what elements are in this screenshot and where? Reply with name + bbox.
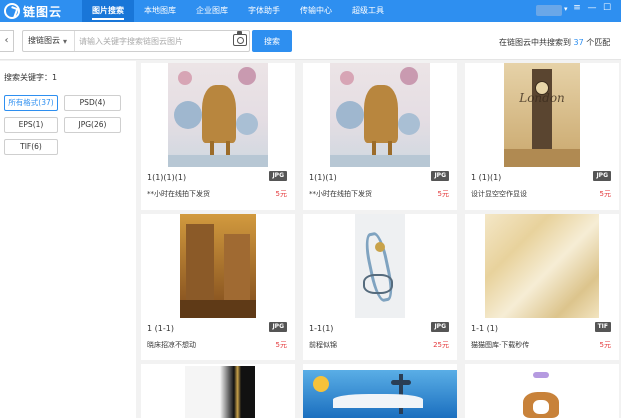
image-price: 25元	[433, 341, 449, 349]
user-avatar[interactable]	[536, 5, 562, 16]
minimize-icon[interactable]: —	[587, 3, 597, 13]
format-badge: TIF	[594, 322, 611, 332]
search-keyword-label: 搜索关键字：1	[4, 73, 58, 82]
cartoon-dog-image	[513, 372, 571, 418]
logo-icon	[4, 3, 20, 19]
thumbnail[interactable]	[303, 63, 457, 167]
thumbnail[interactable]	[141, 63, 295, 167]
format-filter-psd[interactable]: PSD(4)	[64, 95, 121, 111]
nav-super-tools[interactable]: 超级工具	[342, 0, 394, 22]
image-name: 1(1)(1)	[309, 173, 337, 182]
image-description: 设计显空空作显设	[471, 190, 527, 198]
image-description: **小时在线拍下发货	[309, 190, 372, 198]
image-description: 前程似锦	[309, 341, 337, 349]
result-count-text: 在链图云中共搜索到 37 个匹配	[499, 38, 611, 47]
image-card[interactable]	[465, 364, 619, 418]
search-input[interactable]	[79, 31, 227, 51]
format-filter-tif[interactable]: TIF(6)	[4, 139, 58, 155]
image-card[interactable]: 1 (1-1) JPG 晓床招凉不想动 5元	[141, 214, 295, 360]
search-scope-label: 搜链图云	[28, 36, 60, 45]
vintage-street-image	[180, 214, 256, 318]
thumbnail[interactable]	[303, 214, 457, 318]
image-card[interactable]	[303, 364, 457, 418]
image-description: 晓床招凉不想动	[147, 341, 196, 349]
black-gold-image	[185, 366, 255, 418]
image-price: 5元	[275, 190, 287, 198]
main-nav: 图片搜索 本地图库 企业图库 字体助手 传输中心 超级工具	[82, 0, 394, 22]
format-badge: JPG	[593, 171, 611, 181]
camera-icon[interactable]	[233, 31, 247, 46]
image-card[interactable]: 1-1 (1) TIF 猫猫图库·下载秒传 5元	[465, 214, 619, 360]
search-button[interactable]: 搜索	[252, 30, 292, 52]
nav-font-assistant[interactable]: 字体助手	[238, 0, 290, 22]
city-skyline-image	[303, 370, 457, 418]
menu-icon[interactable]: ≡	[572, 3, 582, 13]
image-price: 5元	[275, 341, 287, 349]
nav-local-library[interactable]: 本地图库	[134, 0, 186, 22]
result-count: 37	[573, 38, 584, 47]
search-scope-dropdown[interactable]: 搜链图云 ▾	[23, 31, 75, 51]
format-filter-eps[interactable]: EPS(1)	[4, 117, 58, 133]
image-description: **小时在线拍下发货	[147, 190, 210, 198]
format-badge: JPG	[269, 322, 287, 332]
search-box: 搜链图云 ▾	[22, 30, 250, 52]
image-description: 猫猫图库·下载秒传	[471, 341, 530, 349]
image-card[interactable]: London 1 (1)(1) JPG 设计显空空作显设 5元	[465, 63, 619, 210]
maximize-icon[interactable]: ☐	[602, 3, 612, 13]
marble-texture-image	[485, 214, 599, 318]
format-filter-jpg[interactable]: JPG(26)	[64, 117, 121, 133]
image-name: 1-1 (1)	[471, 324, 498, 333]
filter-sidebar: 搜索关键字：1 所有格式(37) PSD(4) EPS(1) JPG(26) T…	[0, 61, 136, 418]
london-tower-image: London	[504, 63, 580, 167]
deer-artwork-image	[330, 63, 430, 167]
back-arrow-icon[interactable]: ‹	[0, 30, 14, 52]
logo-text: 链图云	[23, 4, 63, 19]
image-name: 1 (1-1)	[147, 324, 174, 333]
image-card[interactable]: 1(1)(1)(1) JPG **小时在线拍下发货 5元	[141, 63, 295, 210]
abstract-landscape-image	[355, 214, 405, 318]
thumbnail[interactable]: London	[465, 63, 619, 167]
format-badge: JPG	[431, 171, 449, 181]
user-menu-caret-icon[interactable]: ▾	[564, 5, 568, 13]
image-name: 1-1(1)	[309, 324, 334, 333]
app-logo[interactable]: 链图云	[4, 2, 62, 20]
deer-artwork-image	[168, 63, 268, 167]
search-row: ‹ 搜链图云 ▾ 搜索 在链图云中共搜索到 37 个匹配	[0, 22, 621, 60]
chevron-down-icon: ▾	[63, 37, 68, 46]
format-badge: JPG	[431, 322, 449, 332]
nav-transfer-center[interactable]: 传输中心	[290, 0, 342, 22]
format-filter-all[interactable]: 所有格式(37)	[4, 95, 58, 111]
image-name: 1 (1)(1)	[471, 173, 502, 182]
image-price: 5元	[599, 190, 611, 198]
format-badge: JPG	[269, 171, 287, 181]
nav-enterprise-library[interactable]: 企业图库	[186, 0, 238, 22]
image-card[interactable]: 1-1(1) JPG 前程似锦 25元	[303, 214, 457, 360]
image-card[interactable]	[141, 364, 295, 418]
nav-image-search[interactable]: 图片搜索	[82, 0, 134, 22]
image-name: 1(1)(1)(1)	[147, 173, 187, 182]
top-bar: 链图云 图片搜索 本地图库 企业图库 字体助手 传输中心 超级工具 ▾ ≡ — …	[0, 0, 621, 22]
thumbnail[interactable]	[465, 214, 619, 318]
image-price: 5元	[599, 341, 611, 349]
image-price: 5元	[437, 190, 449, 198]
thumbnail[interactable]	[141, 214, 295, 318]
image-card[interactable]: 1(1)(1) JPG **小时在线拍下发货 5元	[303, 63, 457, 210]
